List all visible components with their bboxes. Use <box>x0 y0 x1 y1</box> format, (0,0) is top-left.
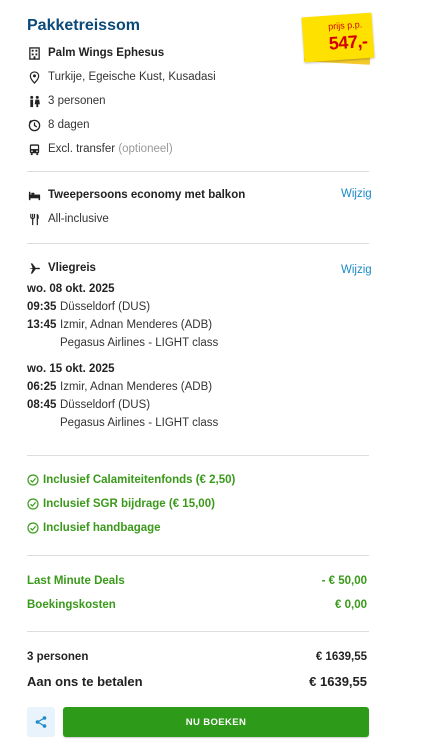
flight-heading-row: Vliegreis <box>27 260 96 276</box>
inclusion-text: Inclusief Calamiteitenfonds (€ 2,50) <box>43 474 236 486</box>
persons-total-row: 3 personen € 1639,55 <box>27 651 367 663</box>
cutlery-icon <box>27 212 41 226</box>
location-row: Turkije, Egeische Kust, Kusadasi <box>27 69 216 85</box>
pay-total-value: € 1639,55 <box>309 674 367 689</box>
flight-heading: Vliegreis <box>48 262 96 274</box>
return-arrival: 08:45 Düsseldorf (DUS) <box>27 399 150 411</box>
inclusion-item: Inclusief handbagage <box>27 522 161 534</box>
inclusion-text: Inclusief SGR bijdrage (€ 15,00) <box>43 498 215 510</box>
divider <box>27 171 369 172</box>
persons-total-value: € 1639,55 <box>315 651 367 663</box>
price-tag: prijs p.p. 547,- <box>301 12 375 65</box>
check-circle-icon <box>27 522 39 534</box>
hotel-name: Palm Wings Ephesus <box>48 47 165 59</box>
arrival-time: 08:45 <box>27 399 57 411</box>
share-icon <box>35 716 47 728</box>
pay-total-label: Aan ons te betalen <box>27 674 143 689</box>
location-text: Turkije, Egeische Kust, Kusadasi <box>48 71 216 83</box>
room-type-row: Tweepersoons economy met balkon <box>27 187 245 203</box>
airplane-icon <box>27 261 41 275</box>
departure-airport: Izmir, Adnan Menderes (ADB) <box>60 381 213 393</box>
discount-value: - € 50,00 <box>321 575 367 587</box>
inclusion-item: Inclusief Calamiteitenfonds (€ 2,50) <box>27 474 235 486</box>
bed-icon <box>27 188 41 202</box>
board-row: All-inclusive <box>27 211 109 227</box>
persons-total-label: 3 personen <box>27 651 89 663</box>
price-amount: 547,- <box>328 30 369 54</box>
duration-text: 8 dagen <box>48 119 90 131</box>
outbound-arrival: 13:45 Izmir, Adnan Menderes (ADB) <box>27 319 212 331</box>
outbound-carrier: Pegasus Airlines - LIGHT class <box>27 337 218 349</box>
map-pin-icon <box>27 70 41 84</box>
divider <box>27 455 369 456</box>
return-departure: 06:25 Izmir, Adnan Menderes (ADB) <box>27 381 212 393</box>
divider <box>27 555 369 556</box>
divider <box>27 243 369 244</box>
return-date: wo. 15 okt. 2025 <box>27 363 115 375</box>
book-now-button[interactable]: NU BOEKEN <box>63 707 369 737</box>
persons-row: 3 personen <box>27 93 106 109</box>
booking-fee-value: € 0,00 <box>335 599 367 611</box>
check-circle-icon <box>27 474 39 486</box>
departure-time: 06:25 <box>27 381 57 393</box>
inclusion-text: Inclusief handbagage <box>43 522 161 534</box>
carrier-text: Pegasus Airlines - LIGHT class <box>60 417 219 429</box>
booking-fee-row: Boekingskosten € 0,00 <box>27 599 367 611</box>
discount-row: Last Minute Deals - € 50,00 <box>27 575 367 587</box>
transfer-optional-note: (optioneel) <box>118 143 173 155</box>
board-text: All-inclusive <box>48 213 109 225</box>
inclusion-item: Inclusief SGR bijdrage (€ 15,00) <box>27 498 215 510</box>
departure-time: 09:35 <box>27 301 57 313</box>
flight-edit-link[interactable]: Wijzig <box>341 264 372 276</box>
outbound-departure: 09:35 Düsseldorf (DUS) <box>27 301 150 313</box>
divider <box>27 631 369 632</box>
arrival-time: 13:45 <box>27 319 57 331</box>
room-type-text: Tweepersoons economy met balkon <box>48 189 246 201</box>
building-icon <box>27 46 41 60</box>
transfer-text: Excl. transfer <box>48 143 116 155</box>
hotel-name-row: Palm Wings Ephesus <box>27 45 164 61</box>
discount-label: Last Minute Deals <box>27 575 125 587</box>
price-label: prijs p.p. <box>327 19 363 32</box>
page-title: Pakketreissom <box>27 17 140 34</box>
departure-airport: Düsseldorf (DUS) <box>60 301 151 313</box>
outbound-date: wo. 08 okt. 2025 <box>27 283 115 295</box>
clock-icon <box>27 118 41 132</box>
arrival-airport: Düsseldorf (DUS) <box>60 399 151 411</box>
arrival-airport: Izmir, Adnan Menderes (ADB) <box>60 319 213 331</box>
check-circle-icon <box>27 498 39 510</box>
room-edit-link[interactable]: Wijzig <box>341 188 372 200</box>
price-tag-paper: prijs p.p. 547,- <box>301 12 375 63</box>
booking-fee-label: Boekingskosten <box>27 599 116 611</box>
bus-icon <box>27 142 41 156</box>
share-button[interactable] <box>27 707 55 737</box>
people-icon <box>27 94 41 108</box>
duration-row: 8 dagen <box>27 117 90 133</box>
persons-text: 3 personen <box>48 95 106 107</box>
pay-total-row: Aan ons te betalen € 1639,55 <box>27 674 367 689</box>
return-carrier: Pegasus Airlines - LIGHT class <box>27 417 218 429</box>
carrier-text: Pegasus Airlines - LIGHT class <box>60 337 219 349</box>
transfer-row: Excl. transfer (optioneel) <box>27 141 173 157</box>
